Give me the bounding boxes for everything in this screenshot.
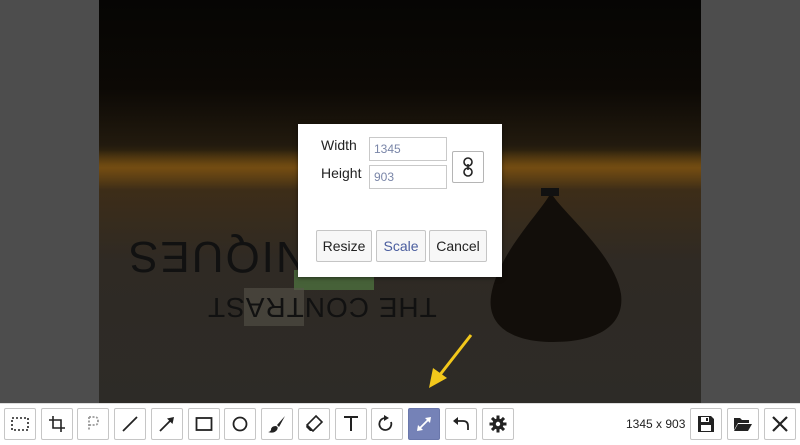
- image-mirrored-text-line2: THE CONTRAST: [207, 292, 437, 323]
- image-size-readout: 1345 x 903: [626, 417, 686, 431]
- select-tool-button[interactable]: [4, 408, 36, 440]
- eraser-tool-button[interactable]: [298, 408, 330, 440]
- link-icon: [463, 157, 473, 177]
- open-button[interactable]: [727, 408, 759, 440]
- undo-icon: [453, 417, 469, 430]
- bottom-toolbar: 1345 x 903: [0, 403, 800, 445]
- crop-tool-button[interactable]: [41, 408, 73, 440]
- ellipse-tool-button[interactable]: [224, 408, 256, 440]
- pixelate-tool-button[interactable]: [77, 408, 109, 440]
- text-tool-button[interactable]: [335, 408, 367, 440]
- folder-open-icon: [734, 418, 752, 431]
- rectangle-icon: [195, 417, 213, 431]
- resize-dialog: Width Height Resize Scale Cancel: [298, 124, 502, 277]
- line-tool-button[interactable]: [114, 408, 146, 440]
- eraser-icon: [305, 414, 324, 433]
- arrow-icon: [159, 417, 174, 432]
- line-icon: [122, 416, 138, 432]
- crop-icon: [49, 416, 65, 432]
- rotate-tool-button[interactable]: [371, 408, 403, 440]
- settings-tool-button[interactable]: [482, 408, 514, 440]
- paintbrush-icon: [268, 416, 285, 433]
- resize-tool-button[interactable]: [408, 408, 440, 440]
- annotation-arrow-icon: [429, 334, 473, 388]
- resize-arrows-icon: [417, 417, 431, 431]
- close-button[interactable]: [764, 408, 796, 440]
- brush-tool-button[interactable]: [261, 408, 293, 440]
- gear-icon: [489, 415, 507, 433]
- image-dark-drop-shape: [490, 188, 622, 342]
- width-input[interactable]: [369, 137, 447, 161]
- resize-button[interactable]: Resize: [316, 230, 372, 262]
- dashed-rectangle-icon: [11, 417, 29, 431]
- circle-icon: [232, 416, 248, 432]
- scale-button[interactable]: Scale: [376, 230, 426, 262]
- text-t-icon: [344, 416, 358, 431]
- height-input[interactable]: [369, 165, 447, 189]
- arrow-tool-button[interactable]: [151, 408, 183, 440]
- rotate-icon: [378, 415, 393, 431]
- rectangle-tool-button[interactable]: [188, 408, 220, 440]
- pixelate-p-icon: [88, 416, 99, 431]
- close-x-icon: [772, 416, 788, 432]
- link-aspect-button[interactable]: [452, 151, 484, 183]
- save-button[interactable]: [690, 408, 722, 440]
- cancel-button[interactable]: Cancel: [429, 230, 487, 262]
- height-label: Height: [321, 165, 362, 181]
- width-label: Width: [321, 137, 357, 153]
- undo-tool-button[interactable]: [445, 408, 477, 440]
- floppy-disk-icon: [698, 416, 714, 432]
